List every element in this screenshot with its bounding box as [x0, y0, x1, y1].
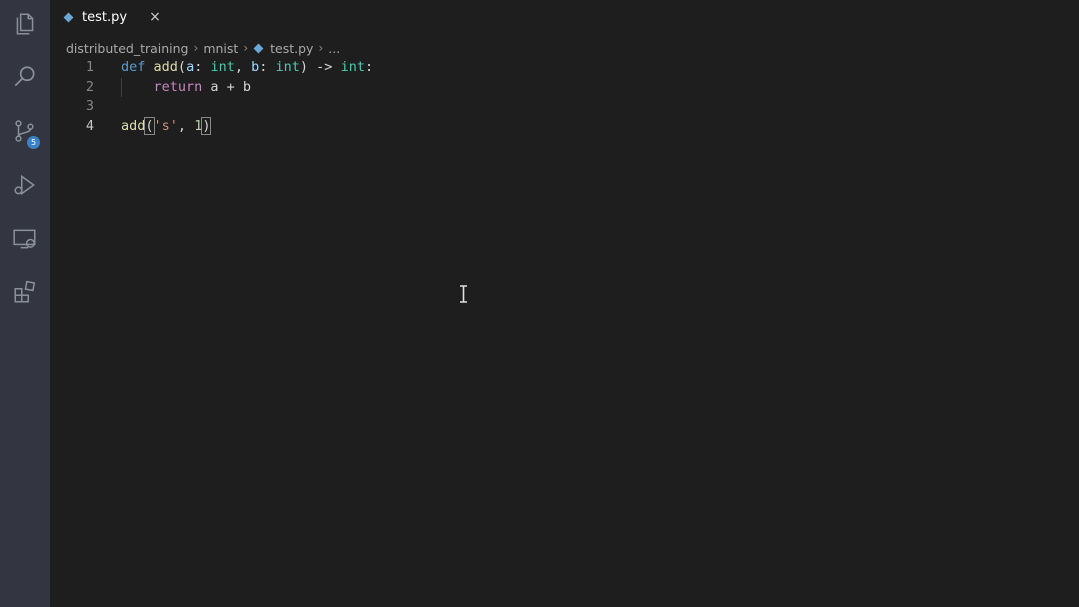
source-control-badge: 5 [27, 136, 40, 149]
breadcrumb-item-subfolder[interactable]: mnist [203, 41, 238, 56]
tab-test-py[interactable]: test.py × [50, 0, 172, 36]
extensions-icon[interactable] [0, 268, 50, 316]
code-token: ( [144, 116, 155, 135]
code-line[interactable]: 1 def add(a: int, b: int) -> int: [50, 58, 950, 78]
breadcrumb: distributed_training › mnist › test.py ›… [66, 38, 340, 58]
code-token: int [275, 59, 300, 75]
run-debug-icon[interactable] [0, 161, 50, 209]
remote-explorer-icon[interactable] [0, 215, 50, 263]
close-icon[interactable]: × [148, 10, 162, 24]
line-number: 2 [85, 78, 94, 95]
code-token: : [194, 59, 211, 75]
chevron-right-icon: › [318, 41, 324, 55]
text-cursor-icon [460, 285, 467, 303]
code-token: ) [201, 116, 212, 135]
code-line[interactable]: 2 return a + b [50, 78, 950, 98]
code-token: : [364, 59, 374, 75]
code-token: a + b [202, 78, 252, 95]
breadcrumb-item-file[interactable]: test.py [270, 41, 313, 56]
chevron-right-icon: › [243, 41, 249, 55]
code-token: def [121, 59, 146, 75]
code-token: a [186, 59, 195, 75]
python-file-icon [63, 12, 74, 23]
code-text: return a + b [121, 78, 252, 98]
code-token: add [121, 117, 146, 134]
tab-label: test.py [82, 10, 128, 25]
code-token: add [153, 59, 178, 75]
files-icon[interactable] [0, 0, 50, 48]
code-token: : [259, 59, 276, 75]
code-token: , [177, 117, 195, 134]
line-number: 4 [85, 117, 94, 134]
search-icon[interactable] [0, 53, 50, 101]
python-file-icon [253, 43, 264, 53]
line-number: 3 [85, 98, 94, 114]
line-number: 1 [85, 59, 94, 75]
code-text: add('s', 1) [121, 116, 212, 137]
code-text: def add(a: int, b: int) -> int: [121, 58, 373, 78]
activity-bar: 5 [0, 0, 50, 607]
code-line[interactable]: 4 add('s', 1) [50, 116, 950, 137]
code-token: int [340, 59, 365, 75]
chevron-right-icon: › [193, 41, 199, 55]
code-token: 's' [153, 117, 178, 134]
code-token: , [234, 59, 252, 75]
code-token: ) -> [299, 59, 341, 75]
code-token: return [153, 78, 203, 95]
code-token: int [210, 59, 235, 75]
code-line[interactable]: 3 [50, 97, 950, 117]
code-editor[interactable]: 1 def add(a: int, b: int) -> int: 2 return… [50, 58, 1079, 607]
breadcrumb-item-symbols[interactable]: ... [328, 41, 340, 56]
code-token: ( [177, 59, 187, 75]
breadcrumb-item-folder[interactable]: distributed_training [66, 41, 189, 56]
source-control-icon[interactable]: 5 [0, 107, 50, 155]
